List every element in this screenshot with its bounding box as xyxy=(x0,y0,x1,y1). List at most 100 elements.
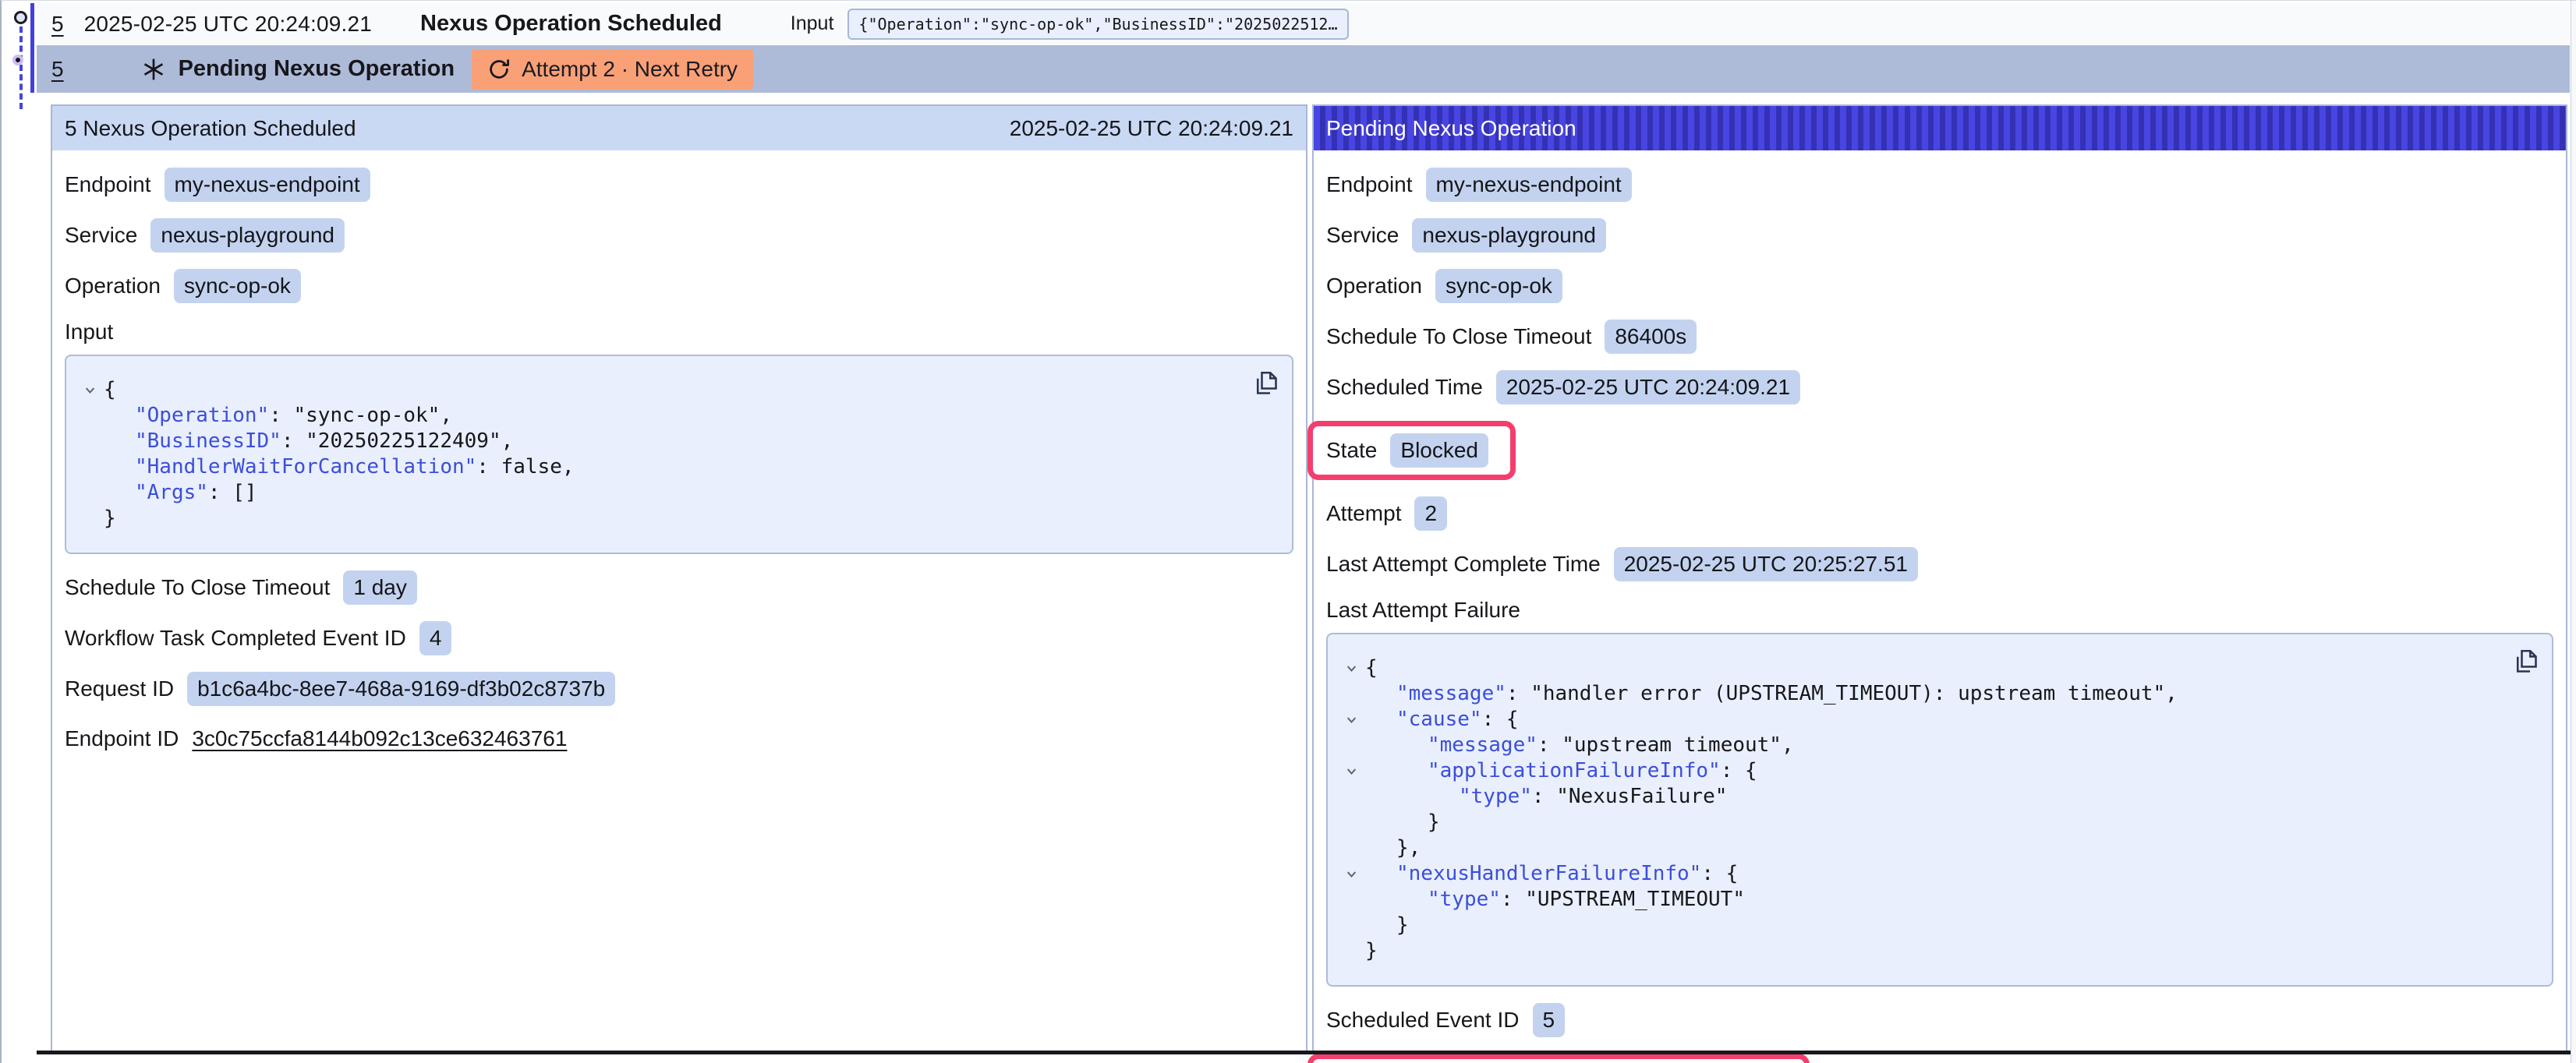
code-gutter xyxy=(76,429,104,435)
asterisk-icon xyxy=(141,57,166,82)
field-row: StateBlocked xyxy=(1326,421,2553,480)
field-value-badge: b1c6a4bc-8ee7-468a-9169-df3b02c8737b xyxy=(187,672,615,706)
panel-title: 5 Nexus Operation Scheduled xyxy=(65,116,1010,141)
page-right-edge xyxy=(2571,1,2576,1063)
timeline-open-marker-icon xyxy=(14,11,27,24)
json-line: { xyxy=(76,377,1276,403)
field-value-badge: 4 xyxy=(419,621,452,655)
field-label: Workflow Task Completed Event ID xyxy=(65,626,406,651)
code-gutter xyxy=(1337,681,1365,687)
section-bottom-divider xyxy=(37,1051,2571,1054)
input-preview-badge[interactable]: {"Operation":"sync-op-ok","BusinessID":"… xyxy=(847,9,1348,40)
json-line: } xyxy=(1337,810,2536,835)
input-label: Input xyxy=(791,12,834,35)
code-gutter xyxy=(76,377,104,397)
field-value-badge: my-nexus-endpoint xyxy=(165,168,370,202)
code-gutter xyxy=(1337,810,1365,816)
chevron-down-icon[interactable] xyxy=(1345,713,1358,726)
panel-header-pending: Pending Nexus Operation xyxy=(1314,106,2566,150)
field-row: Endpointmy-nexus-endpoint xyxy=(65,168,1293,202)
field-value-badge: my-nexus-endpoint xyxy=(1426,168,1632,202)
field-row: Schedule To Close Timeout1 day xyxy=(65,570,1293,605)
timeline-connector xyxy=(19,26,23,109)
code-gutter xyxy=(1337,784,1365,790)
field-row: Blocked ReasonThe circuit breaker is ope… xyxy=(1326,1054,2553,1063)
field-label: Attempt xyxy=(1326,501,1401,526)
event-id-link[interactable]: 5 xyxy=(51,12,64,37)
copy-icon xyxy=(1251,369,1279,397)
field-value-badge: nexus-playground xyxy=(1412,218,1606,253)
field-label: Scheduled Time xyxy=(1326,375,1483,400)
event-row-scheduled[interactable]: 5 2025-02-25 UTC 20:24:09.21 Nexus Opera… xyxy=(37,3,2570,44)
field-row: Last Attempt Complete Time 2025-02-25 UTC… xyxy=(1326,547,2553,581)
field-row: Endpoint my-nexus-endpoint xyxy=(1326,168,2553,202)
field-label: Request ID xyxy=(65,676,174,701)
field-label: Endpoint xyxy=(1326,172,1413,197)
json-line: { xyxy=(1337,655,2536,681)
event-row-pending[interactable]: 5 Pending Nexus Operation Attempt 2 · Ne… xyxy=(37,45,2570,93)
chevron-down-icon[interactable] xyxy=(1345,867,1358,881)
retry-badge: Attempt 2 · Next Retry xyxy=(472,49,753,90)
field-row: Operationsync-op-ok xyxy=(1326,269,2553,303)
failure-json-viewer: {"message": "handler error (UPSTREAM_TIM… xyxy=(1326,633,2553,987)
json-line: "type": "NexusFailure" xyxy=(1337,784,2536,810)
event-title: Nexus Operation Scheduled xyxy=(420,11,722,37)
json-line: "nexusHandlerFailureInfo": { xyxy=(1337,861,2536,887)
field-row: Scheduled Time2025-02-25 UTC 20:24:09.21 xyxy=(1326,370,2553,404)
copy-button[interactable] xyxy=(2511,647,2539,675)
json-line: "message": "upstream timeout", xyxy=(1337,733,2536,758)
field-value-badge: 2 xyxy=(1414,496,1447,531)
field-label: Service xyxy=(1326,223,1399,248)
field-value-badge: 2025-02-25 UTC 20:25:27.51 xyxy=(1614,547,1918,581)
code-gutter xyxy=(1337,887,1365,893)
code-gutter xyxy=(76,403,104,409)
field-label: Operation xyxy=(65,274,161,298)
json-line: } xyxy=(76,506,1276,532)
pending-event-title: Pending Nexus Operation xyxy=(179,56,455,82)
event-detail-panel-pending: Pending Nexus Operation Endpoint my-nexus… xyxy=(1312,104,2567,1052)
json-line: "Operation": "sync-op-ok", xyxy=(76,403,1276,429)
field-value-badge: sync-op-ok xyxy=(1435,269,1562,303)
field-value-badge: 86400s xyxy=(1605,320,1697,354)
field-row: Schedule To Close Timeout 86400s xyxy=(1326,320,2553,354)
code-gutter xyxy=(1337,655,1365,675)
json-line: }, xyxy=(1337,835,2536,861)
code-gutter xyxy=(1337,913,1365,919)
code-gutter xyxy=(76,454,104,461)
json-line: "applicationFailureInfo": { xyxy=(1337,758,2536,784)
highlight-ring: StateBlocked xyxy=(1307,421,1516,480)
json-line: "type": "UPSTREAM_TIMEOUT" xyxy=(1337,887,2536,913)
chevron-down-icon[interactable] xyxy=(83,383,97,397)
chevron-down-icon[interactable] xyxy=(1345,662,1358,675)
field-label: Schedule To Close Timeout xyxy=(65,575,330,600)
field-row: Operation sync-op-ok xyxy=(65,269,1293,303)
code-gutter xyxy=(1337,835,1365,842)
code-gutter xyxy=(1337,707,1365,726)
json-line: } xyxy=(1337,938,2536,964)
field-label: Schedule To Close Timeout xyxy=(1326,324,1591,349)
field-value-badge: 5 xyxy=(1533,1003,1566,1037)
code-gutter xyxy=(1337,938,1365,945)
field-label: Last Attempt Complete Time xyxy=(1326,552,1601,577)
failure-section-label: Last Attempt Failure xyxy=(1326,598,2553,623)
json-line: "HandlerWaitForCancellation": false, xyxy=(76,454,1276,480)
field-label: Service xyxy=(65,223,137,248)
field-row: Attempt 2 xyxy=(1326,496,2553,531)
field-value-link[interactable]: 3c0c75ccfa8144b092c13ce632463761 xyxy=(192,726,567,751)
event-id-link[interactable]: 5 xyxy=(51,57,64,82)
code-gutter xyxy=(76,506,104,512)
json-line: "cause": { xyxy=(1337,707,2536,733)
chevron-down-icon[interactable] xyxy=(1345,765,1358,778)
field-row: Request ID b1c6a4bc-8ee7-468a-9169-df3b02… xyxy=(65,672,1293,706)
json-line: "Args": [] xyxy=(76,480,1276,506)
field-value-badge: sync-op-ok xyxy=(174,269,301,303)
input-json-viewer: {"Operation": "sync-op-ok","BusinessID":… xyxy=(65,355,1293,554)
highlight-ring: Blocked ReasonThe circuit breaker is ope… xyxy=(1307,1054,1810,1063)
retry-arrow-icon xyxy=(487,58,511,81)
code-gutter xyxy=(76,480,104,486)
copy-icon xyxy=(2511,647,2539,675)
retry-badge-label: Attempt 2 · Next Retry xyxy=(522,57,738,82)
panel-title: Pending Nexus Operation xyxy=(1326,116,2553,141)
copy-button[interactable] xyxy=(1251,369,1279,397)
field-row: Workflow Task Completed Event ID 4 xyxy=(65,621,1293,655)
